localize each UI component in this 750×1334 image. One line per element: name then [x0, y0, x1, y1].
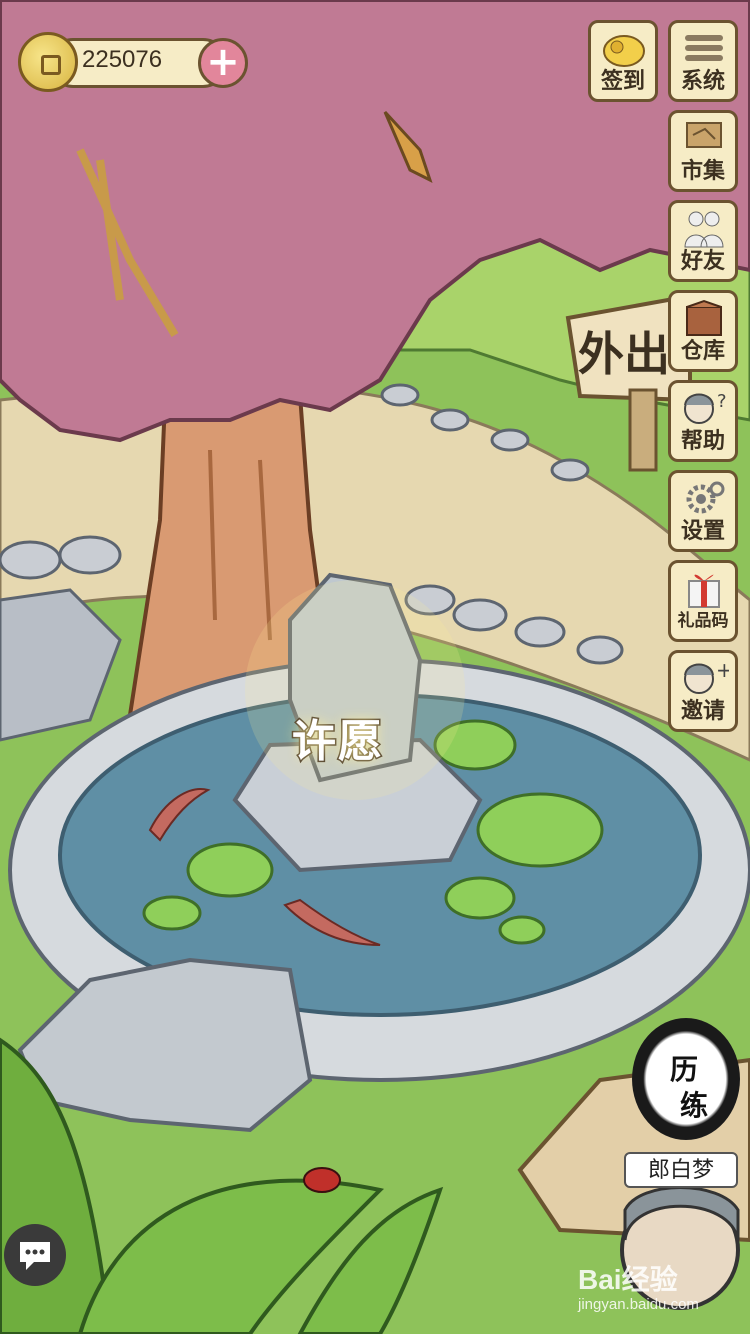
outing-sign[interactable]: 外出: [578, 318, 670, 384]
settings-label: 设置: [680, 519, 725, 544]
warehouse-button[interactable]: 仓库: [668, 290, 738, 372]
friends-button[interactable]: 好友: [668, 200, 738, 282]
svg-text:?: ?: [717, 391, 727, 412]
invite-label: 邀请: [680, 699, 725, 724]
coin-amount: 225076: [82, 46, 163, 73]
add-coins-button[interactable]: +: [198, 38, 248, 88]
training-button[interactable]: 历 练: [632, 1018, 740, 1140]
gift-code-label: 礼品码: [677, 611, 729, 631]
plus-icon: +: [206, 39, 240, 85]
training-label-line1: 历: [670, 1053, 699, 1086]
coin-icon: [18, 32, 78, 92]
friends-label: 好友: [680, 249, 725, 274]
chat-bubble-icon: [20, 1242, 50, 1270]
market-button[interactable]: 市集: [668, 110, 738, 192]
settings-button[interactable]: 设置: [668, 470, 738, 552]
system-label: 系统: [680, 69, 725, 94]
gift-code-button[interactable]: 礼品码: [668, 560, 738, 642]
npc-name-tag: 郎白梦: [624, 1152, 738, 1188]
invite-button[interactable]: + 邀请: [668, 650, 738, 732]
market-label: 市集: [680, 159, 725, 184]
help-label: 帮助: [680, 429, 725, 454]
sign-in-label: 签到: [600, 69, 645, 94]
warehouse-label: 仓库: [680, 339, 725, 364]
watermark: Bai经验 jingyan.baidu.com: [578, 1258, 699, 1313]
watermark-url: jingyan.baidu.com: [578, 1296, 699, 1313]
wish-button[interactable]: 许愿: [291, 705, 384, 769]
help-button[interactable]: ? 帮助: [668, 380, 738, 462]
system-button[interactable]: 系统: [668, 20, 738, 102]
sign-in-button[interactable]: 签到: [588, 20, 658, 102]
watermark-brand: Bai经验: [578, 1264, 678, 1295]
training-label-line2: 练: [680, 1089, 709, 1122]
svg-text:+: +: [716, 658, 729, 682]
chat-button[interactable]: [4, 1224, 66, 1286]
gift-icon: [688, 574, 720, 608]
coin-bar: 225076 +: [18, 32, 248, 94]
